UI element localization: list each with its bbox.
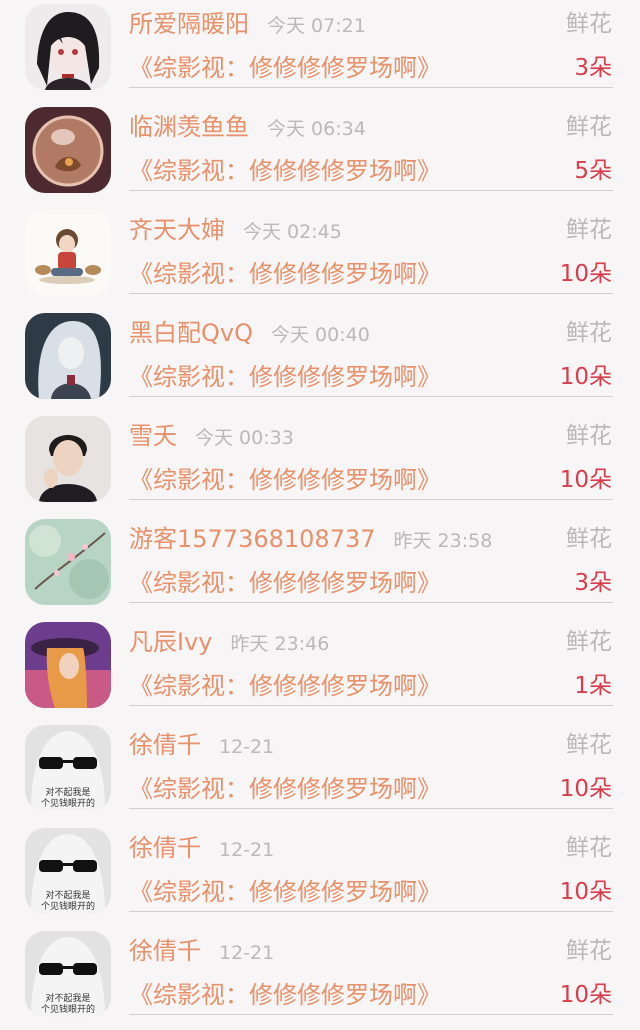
list-item[interactable]: 齐天大婶 今天 02:45 《综影视：修修修修罗场啊》 鲜花 10朵 — [0, 206, 640, 309]
divider — [129, 911, 613, 912]
avatar-caption-line: 个见钱眼开的 — [41, 1003, 95, 1015]
user-avatar[interactable]: 对不起我是 个见钱眼开的 — [25, 931, 111, 1017]
divider — [129, 87, 613, 88]
user-name[interactable]: 游客1577368108737 — [129, 521, 376, 557]
book-title[interactable]: 《综影视：修修修修罗场啊》 — [129, 359, 441, 395]
gift-type-label: 鲜花 — [566, 526, 612, 552]
list-item[interactable]: 黑白配QvQ 今天 00:40 《综影视：修修修修罗场啊》 鲜花 10朵 — [0, 309, 640, 412]
user-avatar[interactable] — [25, 622, 111, 708]
gift-type-label: 鲜花 — [566, 629, 612, 655]
user-name[interactable]: 徐倩千 — [129, 830, 201, 866]
user-name-row: 临渊羡鱼鱼 今天 06:34 — [129, 109, 366, 145]
timestamp: 昨天 23:58 — [393, 530, 493, 552]
avatar-caption-line: 对不起我是 — [45, 889, 90, 901]
divider — [129, 1014, 613, 1015]
book-title[interactable]: 《综影视：修修修修罗场啊》 — [129, 565, 441, 601]
list-item[interactable]: 临渊羡鱼鱼 今天 06:34 《综影视：修修修修罗场啊》 鲜花 5朵 — [0, 103, 640, 206]
book-title[interactable]: 《综影视：修修修修罗场啊》 — [129, 256, 441, 292]
gift-type-label: 鲜花 — [566, 423, 612, 449]
user-name-row: 所爱隔暖阳 今天 07:21 — [129, 6, 366, 42]
user-name-row: 徐倩千 12-21 — [129, 933, 274, 969]
list-item[interactable]: 对不起我是 个见钱眼开的 徐倩千 12-21 《综影视：修修修修罗场啊》 鲜花 … — [0, 927, 640, 1030]
timestamp: 今天 02:45 — [243, 221, 342, 243]
gift-type-label: 鲜花 — [566, 320, 612, 346]
list-item[interactable]: 游客1577368108737 昨天 23:58 《综影视：修修修修罗场啊》 鲜… — [0, 515, 640, 618]
book-title[interactable]: 《综影视：修修修修罗场啊》 — [129, 462, 441, 498]
timestamp: 今天 07:21 — [267, 15, 366, 37]
user-avatar[interactable] — [25, 519, 111, 605]
gift-type-label: 鲜花 — [566, 217, 612, 243]
user-name[interactable]: 徐倩千 — [129, 933, 201, 969]
timestamp: 今天 00:40 — [270, 324, 370, 346]
user-avatar[interactable] — [25, 210, 111, 296]
divider — [129, 190, 613, 191]
divider — [129, 499, 613, 500]
avatar-caption-line: 对不起我是 — [45, 992, 90, 1004]
timestamp: 今天 00:33 — [195, 427, 294, 449]
user-name-row: 游客1577368108737 昨天 23:58 — [129, 521, 492, 557]
user-name[interactable]: 凡辰Ivy — [129, 624, 212, 660]
list-item[interactable]: 对不起我是 个见钱眼开的 徐倩千 12-21 《综影视：修修修修罗场啊》 鲜花 … — [0, 824, 640, 927]
book-title[interactable]: 《综影视：修修修修罗场啊》 — [129, 977, 441, 1013]
user-name[interactable]: 齐天大婶 — [129, 212, 225, 248]
gift-count: 3朵 — [574, 55, 612, 81]
timestamp: 12-21 — [219, 736, 275, 758]
user-name-row: 徐倩千 12-21 — [129, 727, 274, 763]
timestamp: 昨天 23:46 — [230, 633, 330, 655]
user-name-row: 齐天大婶 今天 02:45 — [129, 212, 342, 248]
gift-count: 10朵 — [559, 982, 612, 1008]
user-avatar[interactable] — [25, 416, 111, 502]
user-name-row: 凡辰Ivy 昨天 23:46 — [129, 624, 329, 660]
user-avatar[interactable] — [25, 313, 111, 399]
gift-type-label: 鲜花 — [566, 732, 612, 758]
gift-count: 3朵 — [574, 570, 612, 596]
gift-count: 10朵 — [559, 467, 612, 493]
list-item[interactable]: 对不起我是 个见钱眼开的 徐倩千 12-21 《综影视：修修修修罗场啊》 鲜花 … — [0, 721, 640, 824]
book-title[interactable]: 《综影视：修修修修罗场啊》 — [129, 50, 441, 86]
timestamp: 今天 06:34 — [267, 118, 366, 140]
user-name[interactable]: 所爱隔暖阳 — [129, 6, 249, 42]
gift-count: 1朵 — [574, 673, 612, 699]
user-name[interactable]: 徐倩千 — [129, 727, 201, 763]
user-avatar[interactable]: 对不起我是 个见钱眼开的 — [25, 725, 111, 811]
book-title[interactable]: 《综影视：修修修修罗场啊》 — [129, 153, 441, 189]
divider — [129, 705, 613, 706]
user-name[interactable]: 雪夭 — [129, 418, 177, 454]
book-title[interactable]: 《综影视：修修修修罗场啊》 — [129, 668, 441, 704]
avatar-caption-line: 个见钱眼开的 — [41, 797, 95, 809]
list-item[interactable]: 凡辰Ivy 昨天 23:46 《综影视：修修修修罗场啊》 鲜花 1朵 — [0, 618, 640, 721]
list-item[interactable]: 所爱隔暖阳 今天 07:21 《综影视：修修修修罗场啊》 鲜花 3朵 — [0, 0, 640, 103]
list-item[interactable]: 雪夭 今天 00:33 《综影视：修修修修罗场啊》 鲜花 10朵 — [0, 412, 640, 515]
book-title[interactable]: 《综影视：修修修修罗场啊》 — [129, 874, 441, 910]
user-name-row: 黑白配QvQ 今天 00:40 — [129, 315, 370, 351]
divider — [129, 293, 613, 294]
gift-count: 10朵 — [559, 879, 612, 905]
user-name[interactable]: 黑白配QvQ — [129, 315, 253, 351]
gift-type-label: 鲜花 — [566, 114, 612, 140]
gift-type-label: 鲜花 — [566, 938, 612, 964]
gift-type-label: 鲜花 — [566, 835, 612, 861]
user-avatar[interactable]: 对不起我是 个见钱眼开的 — [25, 828, 111, 914]
divider — [129, 808, 613, 809]
divider — [129, 396, 613, 397]
gift-type-label: 鲜花 — [566, 11, 612, 37]
user-name-row: 雪夭 今天 00:33 — [129, 418, 294, 454]
gift-count: 10朵 — [559, 364, 612, 390]
user-name[interactable]: 临渊羡鱼鱼 — [129, 109, 249, 145]
gift-count: 10朵 — [559, 261, 612, 287]
timestamp: 12-21 — [219, 942, 275, 964]
user-name-row: 徐倩千 12-21 — [129, 830, 274, 866]
user-avatar[interactable] — [25, 107, 111, 193]
book-title[interactable]: 《综影视：修修修修罗场啊》 — [129, 771, 441, 807]
avatar-caption-line: 个见钱眼开的 — [41, 900, 95, 912]
timestamp: 12-21 — [219, 839, 275, 861]
divider — [129, 602, 613, 603]
gift-count: 5朵 — [574, 158, 612, 184]
gift-count: 10朵 — [559, 776, 612, 802]
user-avatar[interactable] — [25, 4, 111, 90]
avatar-caption-line: 对不起我是 — [45, 786, 90, 798]
gift-record-list: 所爱隔暖阳 今天 07:21 《综影视：修修修修罗场啊》 鲜花 3朵 临渊羡鱼鱼… — [0, 0, 640, 1021]
